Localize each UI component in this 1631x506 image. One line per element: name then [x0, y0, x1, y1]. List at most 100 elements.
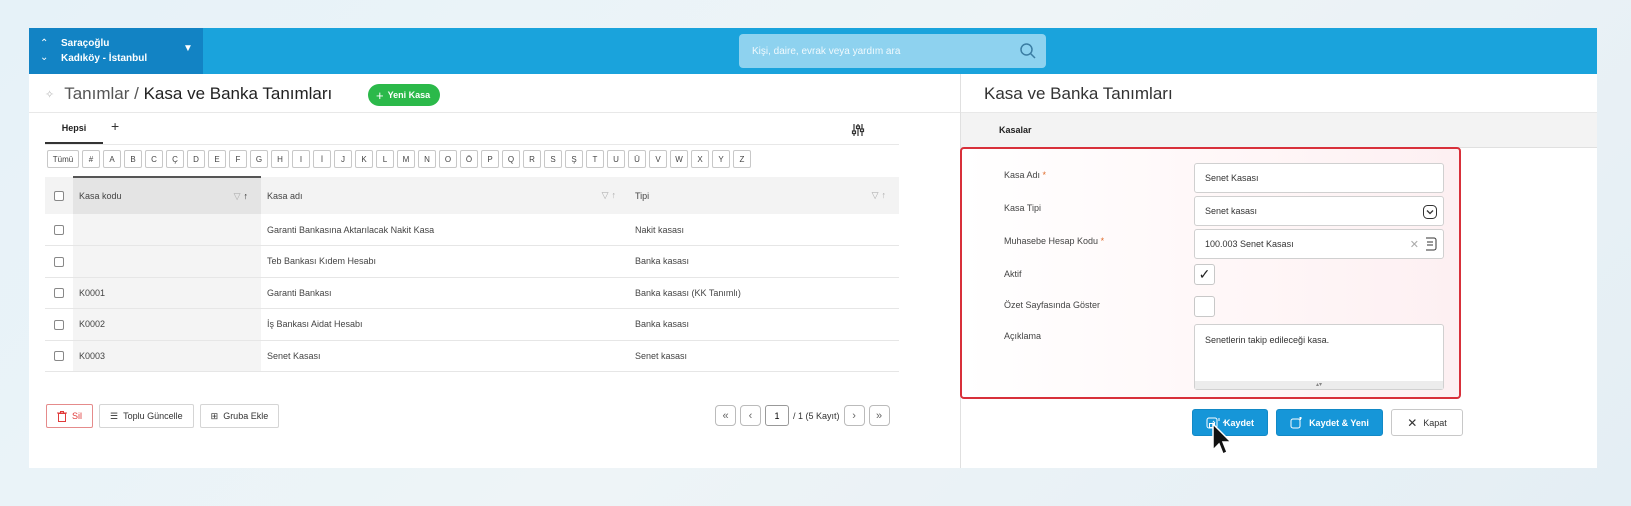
detail-tabbar: Kasalar [961, 112, 1597, 148]
letter-filter-button[interactable]: U [607, 150, 625, 168]
name-label: Kasa Adı * [1004, 170, 1047, 180]
last-page-icon[interactable]: » [868, 405, 890, 426]
letter-filter-button[interactable]: T [586, 150, 604, 168]
letter-filter-button[interactable]: A [103, 150, 121, 168]
row-checkbox[interactable] [54, 224, 64, 235]
cell-code [73, 245, 261, 278]
page-input[interactable] [765, 405, 789, 426]
letter-filter-button[interactable]: V [649, 150, 667, 168]
topbar: ⌃ ⌄ Saraçoğlu Kadıköy - İstanbul ▼ [29, 28, 1597, 74]
letter-filter-button[interactable]: I [292, 150, 310, 168]
letter-filter-button[interactable]: Q [502, 150, 520, 168]
column-header-name[interactable]: Kasa adı ▽↑ [261, 177, 629, 214]
letter-filter-button[interactable]: C [145, 150, 163, 168]
bulk-update-button[interactable]: ☰ Toplu Güncelle [99, 404, 194, 428]
breadcrumb: ✧ Tanımlar / Kasa ve Banka Tanımları [45, 84, 332, 104]
letter-filter-button[interactable]: G [250, 150, 268, 168]
letter-filter-button[interactable]: İ [313, 150, 331, 168]
row-checkbox[interactable] [54, 351, 64, 362]
location-arrows-icon[interactable]: ⌃ ⌄ [40, 37, 48, 65]
resize-handle[interactable]: ▴▾ [1195, 381, 1443, 389]
divider [45, 144, 899, 145]
type-select[interactable]: Senet kasası [1194, 196, 1444, 226]
letter-filter-button[interactable]: D [187, 150, 205, 168]
clear-icon[interactable]: ✕ [1410, 238, 1419, 251]
table-row[interactable]: K0002 İş Bankası Aidat Hesabı Banka kasa… [45, 308, 899, 341]
letter-filter-button[interactable]: Ç [166, 150, 184, 168]
caret-down-icon[interactable]: ▼ [183, 43, 193, 54]
show-summary-checkbox[interactable] [1194, 296, 1215, 317]
close-icon: ✕ [1407, 415, 1418, 430]
required-mark: * [1042, 170, 1047, 180]
first-page-icon[interactable]: « [715, 405, 736, 426]
letter-filter-button[interactable]: W [670, 150, 688, 168]
chevron-down-icon[interactable] [1423, 205, 1437, 219]
filter-sort-icons[interactable]: ▽↑ [872, 190, 889, 201]
required-mark: * [1100, 236, 1105, 246]
add-tab-icon[interactable]: + [111, 118, 119, 134]
letter-filter-button[interactable]: O [439, 150, 457, 168]
table-row[interactable]: Teb Bankası Kıdem Hesabı Banka kasası [45, 245, 899, 278]
letter-filter-button[interactable]: L [376, 150, 394, 168]
pin-icon[interactable]: ✧ [45, 88, 54, 101]
row-checkbox[interactable] [54, 319, 64, 330]
cell-type: Nakit kasası [629, 214, 899, 246]
letter-filter-button[interactable]: S [544, 150, 562, 168]
table-row[interactable]: K0001 Garanti Bankası Banka kasası (KK T… [45, 277, 899, 309]
letter-filter-button[interactable]: X [691, 150, 709, 168]
column-settings-icon[interactable] [851, 123, 865, 137]
add-to-group-button[interactable]: ⊞ Gruba Ekle [199, 404, 280, 428]
column-header-type[interactable]: Tipi ▽↑ [629, 177, 899, 214]
account-code-label: Muhasebe Hesap Kodu * [1004, 236, 1105, 246]
filter-sort-icons[interactable]: ▽↑ [602, 190, 619, 201]
letter-filter-button[interactable]: Ü [628, 150, 646, 168]
name-field[interactable]: Senet Kasası [1194, 163, 1444, 193]
letter-filter-button[interactable]: J [334, 150, 352, 168]
breadcrumb-parent[interactable]: Tanımlar / [64, 84, 139, 104]
letter-filter-button[interactable]: Y [712, 150, 730, 168]
new-cashbox-button[interactable]: + Yeni Kasa [368, 84, 441, 106]
save-and-new-button[interactable]: Kaydet & Yeni [1276, 409, 1383, 436]
letter-filter-button[interactable]: Tümü [47, 150, 79, 168]
account-code-field[interactable]: 100.003 Senet Kasası ✕ [1194, 229, 1444, 259]
column-header-code[interactable]: Kasa kodu ▽↑ [73, 176, 261, 214]
letter-filter-button[interactable]: P [481, 150, 499, 168]
delete-button[interactable]: Sil [46, 404, 94, 428]
prev-page-icon[interactable]: ‹ [740, 405, 761, 426]
tab-all[interactable]: Hepsi [45, 120, 103, 144]
active-checkbox[interactable]: ✓ [1194, 264, 1215, 285]
type-label: Kasa Tipi [1004, 203, 1042, 213]
row-checkbox[interactable] [54, 288, 64, 299]
letter-filter-button[interactable]: B [124, 150, 142, 168]
letter-filter-button[interactable]: H [271, 150, 289, 168]
location-switcher[interactable]: ⌃ ⌄ Saraçoğlu Kadıköy - İstanbul ▼ [29, 28, 203, 74]
cell-name: Teb Bankası Kıdem Hesabı [261, 245, 629, 278]
letter-filter-button[interactable]: K [355, 150, 373, 168]
search-icon[interactable] [1019, 42, 1037, 60]
letter-filter-button[interactable]: E [208, 150, 226, 168]
cell-type: Banka kasası (KK Tanımlı) [629, 277, 899, 309]
description-textarea[interactable]: Senetlerin takip edileceği kasa. ▴▾ [1194, 324, 1444, 390]
search-input[interactable] [739, 34, 1046, 68]
letter-filter-button[interactable]: N [418, 150, 436, 168]
cell-type: Banka kasası [629, 308, 899, 341]
lookup-list-icon[interactable] [1423, 237, 1437, 251]
tab-cashboxes[interactable]: Kasalar [999, 125, 1032, 135]
letter-filter-button[interactable]: R [523, 150, 541, 168]
letter-filter-button[interactable]: # [82, 150, 100, 168]
select-all-checkbox[interactable] [54, 190, 64, 201]
letter-filter-button[interactable]: Z [733, 150, 751, 168]
letter-filter-button[interactable]: M [397, 150, 415, 168]
close-button[interactable]: ✕ Kapat [1391, 409, 1463, 436]
table-row[interactable]: Garanti Bankasına Aktarılacak Nakit Kasa… [45, 214, 899, 246]
cashbox-table: Kasa kodu ▽↑ Kasa adı ▽↑ Tipi ▽↑ Garanti… [45, 176, 899, 372]
row-checkbox[interactable] [54, 256, 64, 267]
letter-filter-button[interactable]: Ş [565, 150, 583, 168]
letter-filter-button[interactable]: F [229, 150, 247, 168]
filter-sort-icons[interactable]: ▽↑ [234, 191, 251, 202]
next-page-icon[interactable]: › [843, 405, 865, 426]
table-row[interactable]: K0003 Senet Kasası Senet kasası [45, 340, 899, 372]
page-summary: / 1 (5 Kayıt) [793, 410, 840, 421]
letter-filter: Tümü # A B C Ç D E F G H I İ J K L M N O Ö P Q R S Ş T U Ü V W X Y Z [47, 150, 751, 168]
letter-filter-button[interactable]: Ö [460, 150, 478, 168]
